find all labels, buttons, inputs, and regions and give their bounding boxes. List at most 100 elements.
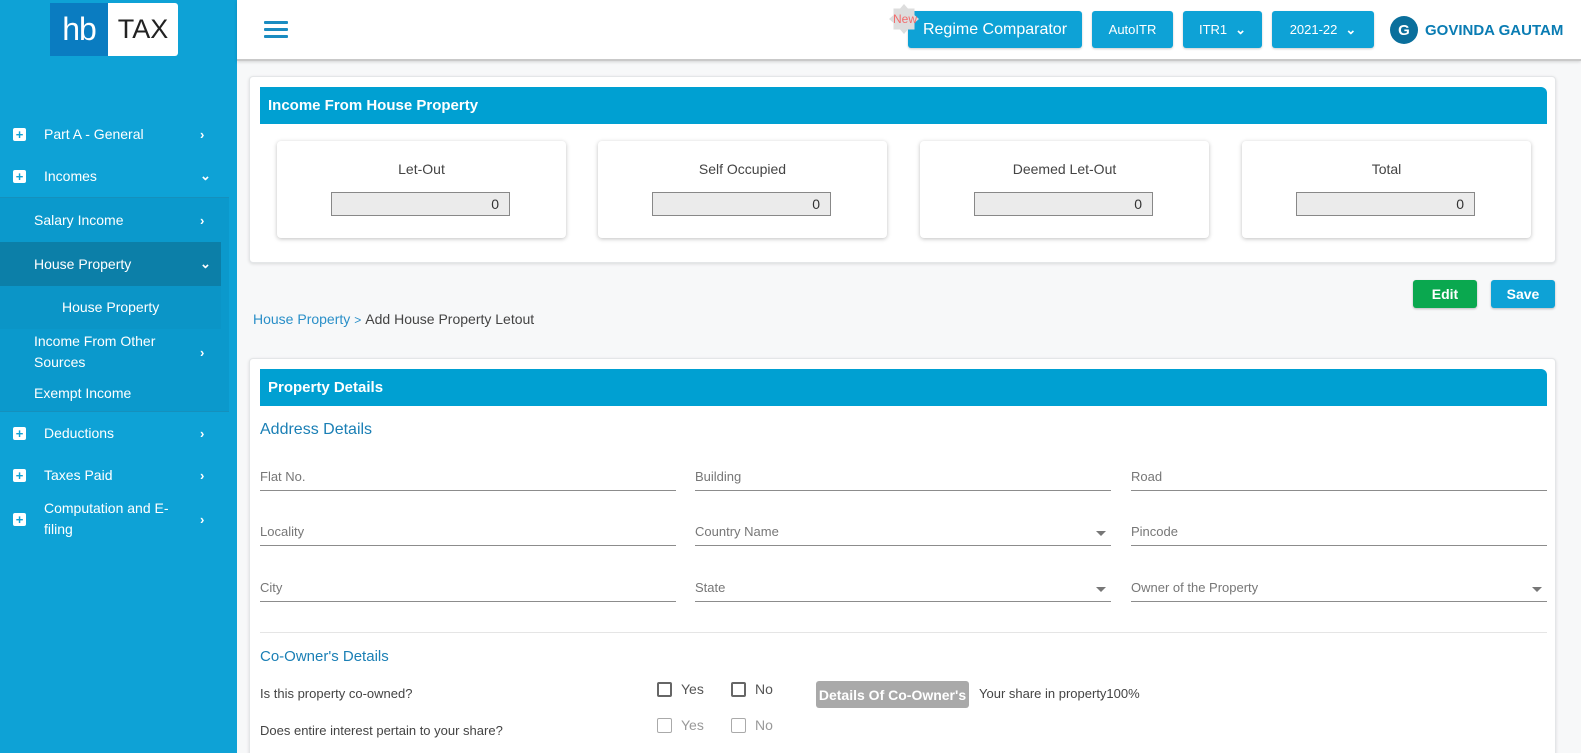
summary-total: Total 0 [1242, 141, 1531, 238]
sidebar-item-exempt-income[interactable]: Exempt Income [0, 375, 229, 411]
plus-square-icon: + [13, 127, 26, 141]
sidebar-item-label: Incomes [44, 167, 97, 184]
card-title: Income From House Property [260, 87, 1547, 124]
divider [260, 632, 1547, 633]
summary-label: Let-Out [398, 161, 445, 177]
placeholder: Country Name [695, 524, 779, 539]
plus-square-icon: + [13, 512, 26, 526]
placeholder: Locality [260, 524, 305, 539]
checkbox-icon [657, 717, 672, 733]
city-input[interactable]: City [260, 572, 676, 602]
itr-select[interactable]: ITR1 ⌄ [1183, 11, 1262, 48]
country-name-select[interactable]: Country Name [695, 516, 1111, 546]
entire-interest-yes-checkbox[interactable]: Yes [657, 717, 704, 733]
chevron-right-icon: › [200, 511, 205, 527]
flat-no-input[interactable]: Flat No. [260, 461, 676, 491]
sidebar-item-label: Part A - General [44, 125, 144, 142]
regime-comparator-button[interactable]: Regime Comparator [908, 11, 1082, 48]
autoitr-button[interactable]: AutoITR [1092, 11, 1173, 48]
summary-label: Self Occupied [698, 161, 787, 177]
summary-value: 0 [331, 192, 510, 216]
dropdown-arrow-icon [1532, 587, 1542, 592]
road-input[interactable]: Road [1131, 461, 1547, 491]
co-owned-yes-checkbox[interactable]: Yes [657, 681, 704, 697]
summary-value: 0 [1296, 192, 1475, 216]
sidebar-item-deductions[interactable]: + Deductions › [0, 412, 237, 454]
co-owned-no-checkbox[interactable]: No [731, 681, 773, 697]
sidebar-item-house-property[interactable]: House Property ⌄ [0, 242, 221, 286]
entire-interest-no-checkbox[interactable]: No [731, 717, 773, 733]
sidebar-item-label: Exempt Income [34, 384, 132, 401]
placeholder: Pincode [1131, 524, 1178, 539]
coowner-details-title: Co-Owner's Details [260, 648, 389, 665]
checkbox-icon [731, 717, 746, 733]
card-title: Property Details [260, 369, 1547, 406]
share-in-property: Your share in property100% [979, 686, 1140, 701]
sidebar-item-income-other-sources[interactable]: Income From Other Sources › [0, 329, 229, 375]
top-header: Regime Comparator New AutoITR ITR1 ⌄ 202… [237, 0, 1581, 61]
address-details-title: Address Details [260, 421, 373, 438]
dropdown-arrow-icon [1096, 587, 1106, 592]
sidebar-item-incomes[interactable]: + Incomes ⌄ [0, 155, 237, 197]
sidebar-item-label: Salary Income [34, 211, 124, 228]
year-select[interactable]: 2021-22 ⌄ [1272, 11, 1374, 48]
plus-square-icon: + [13, 169, 26, 183]
chevron-right-icon: › [200, 467, 205, 483]
chevron-down-icon: ⌄ [200, 256, 211, 271]
user-menu[interactable]: G GOVINDA GAUTAM [1390, 16, 1563, 44]
save-button[interactable]: Save [1491, 280, 1555, 308]
sidebar-item-house-property-sub[interactable]: House Property [0, 286, 221, 329]
state-select[interactable]: State [695, 572, 1111, 602]
breadcrumb: House Property > Add House Property Letout [253, 311, 534, 327]
plus-square-icon: + [13, 426, 26, 440]
owner-select[interactable]: Owner of the Property [1131, 572, 1547, 602]
sidebar-item-taxes-paid[interactable]: + Taxes Paid › [0, 454, 237, 496]
summary-self-occupied: Self Occupied 0 [598, 141, 887, 238]
sidebar-item-label: Taxes Paid [44, 466, 113, 483]
pincode-input[interactable]: Pincode [1131, 516, 1547, 546]
sidebar-item-part-a-general[interactable]: + Part A - General › [0, 113, 237, 155]
chevron-down-icon: ⌄ [1235, 21, 1247, 37]
placeholder: Building [695, 469, 742, 484]
placeholder: State [695, 580, 726, 595]
checkbox-icon [731, 681, 746, 697]
checkbox-icon [657, 681, 672, 697]
locality-input[interactable]: Locality [260, 516, 676, 546]
summary-deemed-let-out: Deemed Let-Out 0 [920, 141, 1209, 238]
placeholder: Flat No. [260, 469, 306, 484]
avatar: G [1390, 16, 1418, 44]
sidebar-item-label: Deductions [44, 424, 115, 441]
user-name: GOVINDA GAUTAM [1425, 21, 1564, 39]
incomes-submenu: Salary Income › House Property ⌄ House P… [0, 198, 229, 411]
sidebar-item-label: House Property [34, 255, 132, 272]
breadcrumb-house-property-link[interactable]: House Property [253, 311, 350, 327]
sidebar: hb TAX + Part A - General › + Incomes ⌄ … [0, 0, 237, 753]
building-input[interactable]: Building [695, 461, 1111, 491]
sidebar-item-computation-efiling[interactable]: + Computation and E-filing › [0, 496, 237, 542]
chevron-down-icon: ⌄ [1345, 21, 1357, 37]
plus-square-icon: + [13, 468, 26, 482]
new-badge: New [887, 4, 923, 34]
summary-label: Total [1371, 161, 1402, 177]
breadcrumb-separator: > [354, 313, 362, 327]
hbtax-logo[interactable]: hb TAX [50, 3, 178, 56]
summary-label: Deemed Let-Out [1012, 161, 1117, 177]
summary-value: 0 [974, 192, 1153, 216]
chevron-right-icon: › [200, 344, 205, 360]
sidebar-nav: + Part A - General › + Incomes ⌄ Salary … [0, 113, 237, 542]
sidebar-item-label: House Property [62, 299, 160, 315]
year-select-value: 2021-22 [1289, 22, 1338, 37]
question-entire-interest: Does entire interest pertain to your sha… [260, 723, 503, 738]
sidebar-item-label: Computation and E-filing [44, 500, 169, 537]
chevron-right-icon: › [200, 126, 205, 142]
hamburger-menu-icon[interactable] [264, 21, 288, 38]
sidebar-item-salary-income[interactable]: Salary Income › [0, 198, 229, 242]
logo-hb: hb [50, 3, 108, 56]
placeholder: Owner of the Property [1131, 580, 1259, 595]
edit-button[interactable]: Edit [1413, 280, 1477, 308]
summary-let-out: Let-Out 0 [277, 141, 566, 238]
details-of-co-owners-button[interactable]: Details Of Co-Owner's [816, 681, 969, 708]
itr-select-value: ITR1 [1198, 22, 1228, 37]
dropdown-arrow-icon [1096, 531, 1106, 536]
placeholder: Road [1131, 469, 1163, 484]
